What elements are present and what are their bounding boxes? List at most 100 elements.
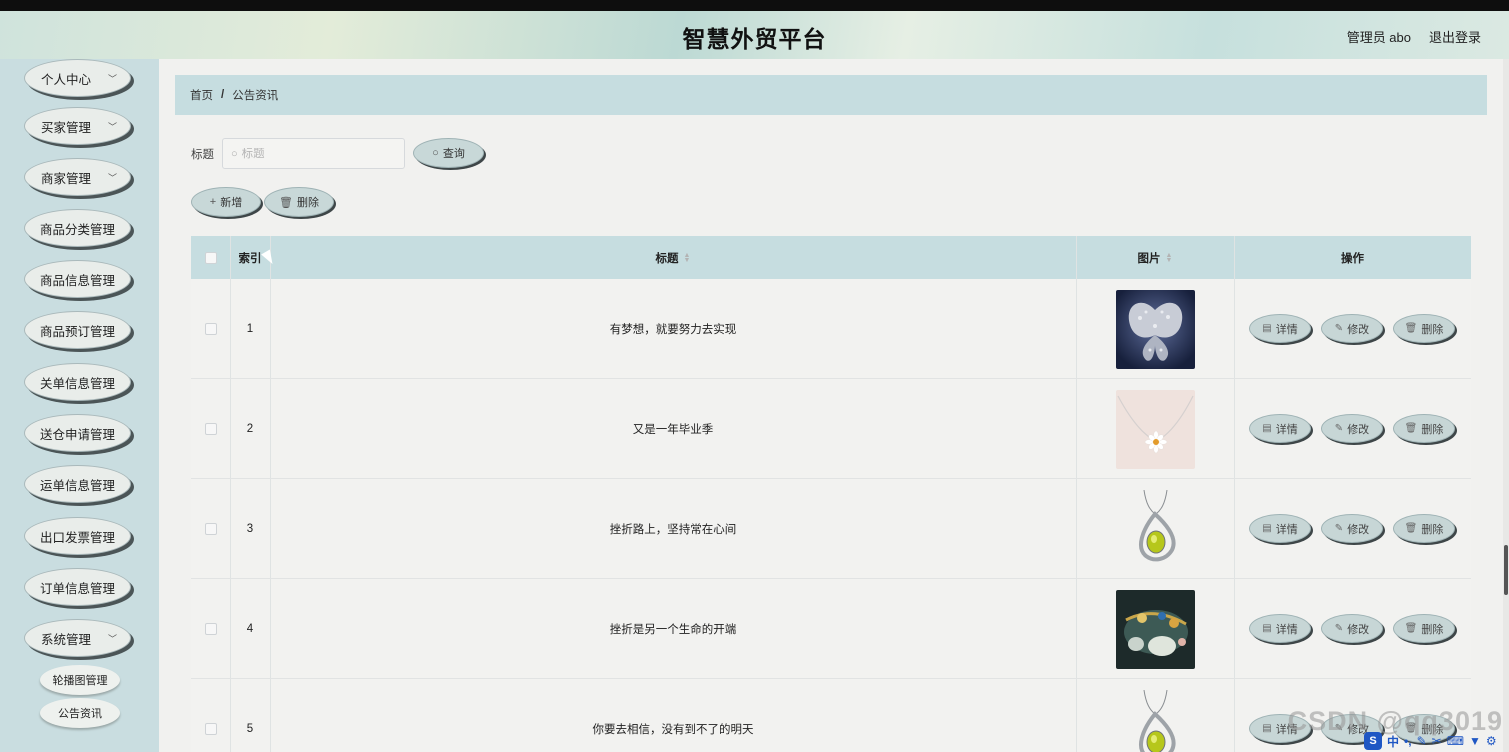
row-image (1076, 379, 1234, 479)
sidebar-item-label: 送仓申请管理 (39, 427, 115, 442)
edit-button[interactable]: ✎ 修改 (1321, 614, 1383, 643)
sidebar-item-label: 商品信息管理 (39, 273, 115, 288)
page-scrollbar-thumb[interactable] (1504, 545, 1508, 595)
sidebar-item-customs-docs[interactable]: 关单信息管理 (24, 363, 131, 401)
select-all-cell (191, 236, 230, 279)
sidebar-item-merchants[interactable]: 商家管理 ﹀ (24, 158, 131, 196)
sidebar: 个人中心 ﹀ 买家管理 ﹀ 商家管理 ﹀ 商品分类管理 商品信息管理 商品预订管… (0, 59, 159, 752)
sidebar-item-product-categories[interactable]: 商品分类管理 (24, 209, 131, 247)
sidebar-item-system[interactable]: 系统管理 ﹀ (24, 619, 131, 657)
ime-mode[interactable]: 中 (1387, 733, 1399, 750)
search-field[interactable]: ○ (222, 138, 405, 169)
breadcrumb: 首页 / 公告资讯 (175, 75, 1487, 115)
chevron-down-icon: ﹀ (107, 173, 117, 183)
breadcrumb-current: 公告资讯 (232, 90, 279, 102)
sidebar-subitem-announcements[interactable]: 公告资讯 (40, 698, 120, 728)
sidebar-item-label: 运单信息管理 (39, 478, 115, 493)
ime-pen-icon[interactable]: ✎ (1417, 734, 1427, 748)
sidebar-item-orders[interactable]: 订单信息管理 (24, 568, 131, 606)
sidebar-item-warehouse-requests[interactable]: 送仓申请管理 (24, 414, 131, 452)
header-title[interactable]: 标题 ▲ ▼ (270, 236, 1076, 279)
row-title: 有梦想，就要努力去实现 (609, 324, 737, 336)
pencil-icon: ✎ (1334, 623, 1344, 634)
search-input[interactable] (241, 147, 392, 160)
delete-button[interactable]: 🗑 删除 (1393, 614, 1455, 643)
row-checkbox[interactable] (204, 323, 217, 335)
sidebar-subitem-carousel[interactable]: 轮播图管理 (40, 665, 120, 695)
logout-link[interactable]: 退出登录 (1429, 27, 1481, 46)
detail-label: 详情 (1275, 523, 1298, 536)
detail-label: 详情 (1275, 323, 1298, 336)
document-icon: ▤ (1262, 323, 1272, 334)
ime-settings-icon[interactable]: ⚙ (1486, 734, 1497, 748)
ime-keyboard-icon[interactable]: ⌨ (1447, 734, 1464, 748)
add-button-label: 新增 (220, 197, 243, 209)
sidebar-item-export-invoices[interactable]: 出口发票管理 (24, 517, 131, 555)
row-image (1076, 679, 1234, 752)
batch-delete-button-label: 删除 (296, 197, 319, 209)
peridot-pendant-image (1115, 689, 1195, 752)
sidebar-item-product-info[interactable]: 商品信息管理 (24, 260, 131, 298)
ime-toolbar: S 中 •, ✎ ✂ ⌨ ▼ ⚙ (1364, 730, 1509, 752)
row-title: 你要去相信，没有到不了的明天 (592, 724, 754, 736)
delete-button[interactable]: 🗑 删除 (1393, 314, 1455, 343)
delete-button[interactable]: 🗑 删除 (1393, 414, 1455, 443)
sidebar-item-personal-center[interactable]: 个人中心 ﹀ (24, 59, 131, 97)
document-icon: ▤ (1262, 723, 1272, 734)
add-button[interactable]: + 新增 (191, 187, 261, 217)
delete-label: 删除 (1421, 623, 1444, 636)
detail-label: 详情 (1275, 423, 1298, 436)
sidebar-item-waybills[interactable]: 运单信息管理 (24, 465, 131, 503)
detail-button[interactable]: ▤ 详情 (1249, 314, 1311, 343)
detail-button[interactable]: ▤ 详情 (1249, 414, 1311, 443)
chevron-down-icon: ﹀ (107, 122, 117, 132)
row-checkbox[interactable] (204, 723, 217, 735)
row-image (1076, 479, 1234, 579)
peridot-pendant-image (1115, 489, 1195, 569)
delete-button[interactable]: 🗑 删除 (1393, 514, 1455, 543)
breadcrumb-home[interactable]: 首页 (190, 87, 213, 103)
sidebar-item-label: 关单信息管理 (39, 376, 115, 391)
row-title: 挫折是另一个生命的开端 (609, 624, 737, 636)
ime-punct-icon[interactable]: •, (1404, 734, 1412, 748)
search-icon: ○ (432, 147, 439, 159)
detail-button[interactable]: ▤ 详情 (1249, 614, 1311, 643)
edit-label: 修改 (1347, 423, 1370, 436)
detail-button[interactable]: ▤ 详情 (1249, 514, 1311, 543)
query-button[interactable]: ○ 查询 (413, 138, 484, 168)
search-icon: ○ (231, 147, 238, 160)
row-index: 1 (246, 323, 254, 335)
header-image[interactable]: 图片 ▲ ▼ (1076, 236, 1234, 279)
plus-icon: + (209, 196, 217, 208)
trash-icon: 🗑 (1404, 423, 1418, 434)
sidebar-item-label: 出口发票管理 (39, 530, 115, 545)
detail-label: 详情 (1275, 623, 1298, 636)
pencil-icon: ✎ (1334, 423, 1344, 434)
window-top-strip (0, 0, 1509, 11)
batch-delete-button[interactable]: 🗑 删除 (264, 187, 334, 217)
edit-label: 修改 (1347, 323, 1370, 336)
edit-button[interactable]: ✎ 修改 (1321, 414, 1383, 443)
chevron-down-icon: ﹀ (107, 634, 117, 644)
table-row: 4 挫折是另一个生命的开端 ▤ 详情 ✎ 修改 🗑 删除 (191, 579, 1471, 679)
query-button-label: 查询 (442, 148, 465, 160)
edit-button[interactable]: ✎ 修改 (1321, 514, 1383, 543)
row-checkbox[interactable] (204, 623, 217, 635)
sidebar-item-label: 订单信息管理 (39, 581, 115, 596)
sidebar-item-buyers[interactable]: 买家管理 ﹀ (24, 107, 131, 145)
sort-icon: ▲ ▼ (683, 251, 691, 264)
row-title: 挫折路上，坚持常在心间 (609, 524, 737, 536)
select-all-checkbox[interactable] (204, 251, 217, 264)
row-checkbox[interactable] (204, 423, 217, 435)
page-scrollbar-track[interactable] (1503, 59, 1509, 752)
search-label: 标题 (191, 149, 214, 161)
edit-button[interactable]: ✎ 修改 (1321, 314, 1383, 343)
row-checkbox[interactable] (204, 523, 217, 535)
header-ops: 操作 (1341, 252, 1364, 265)
table-row: 2 又是一年毕业季 ▤ 详情 ✎ 修改 🗑 删除 (191, 379, 1471, 479)
row-index: 3 (246, 523, 254, 535)
ime-shirt-icon[interactable]: ▼ (1469, 734, 1481, 748)
sidebar-item-product-reservations[interactable]: 商品预订管理 (24, 311, 131, 349)
ime-scissors-icon[interactable]: ✂ (1432, 734, 1442, 748)
row-index: 4 (246, 623, 254, 635)
